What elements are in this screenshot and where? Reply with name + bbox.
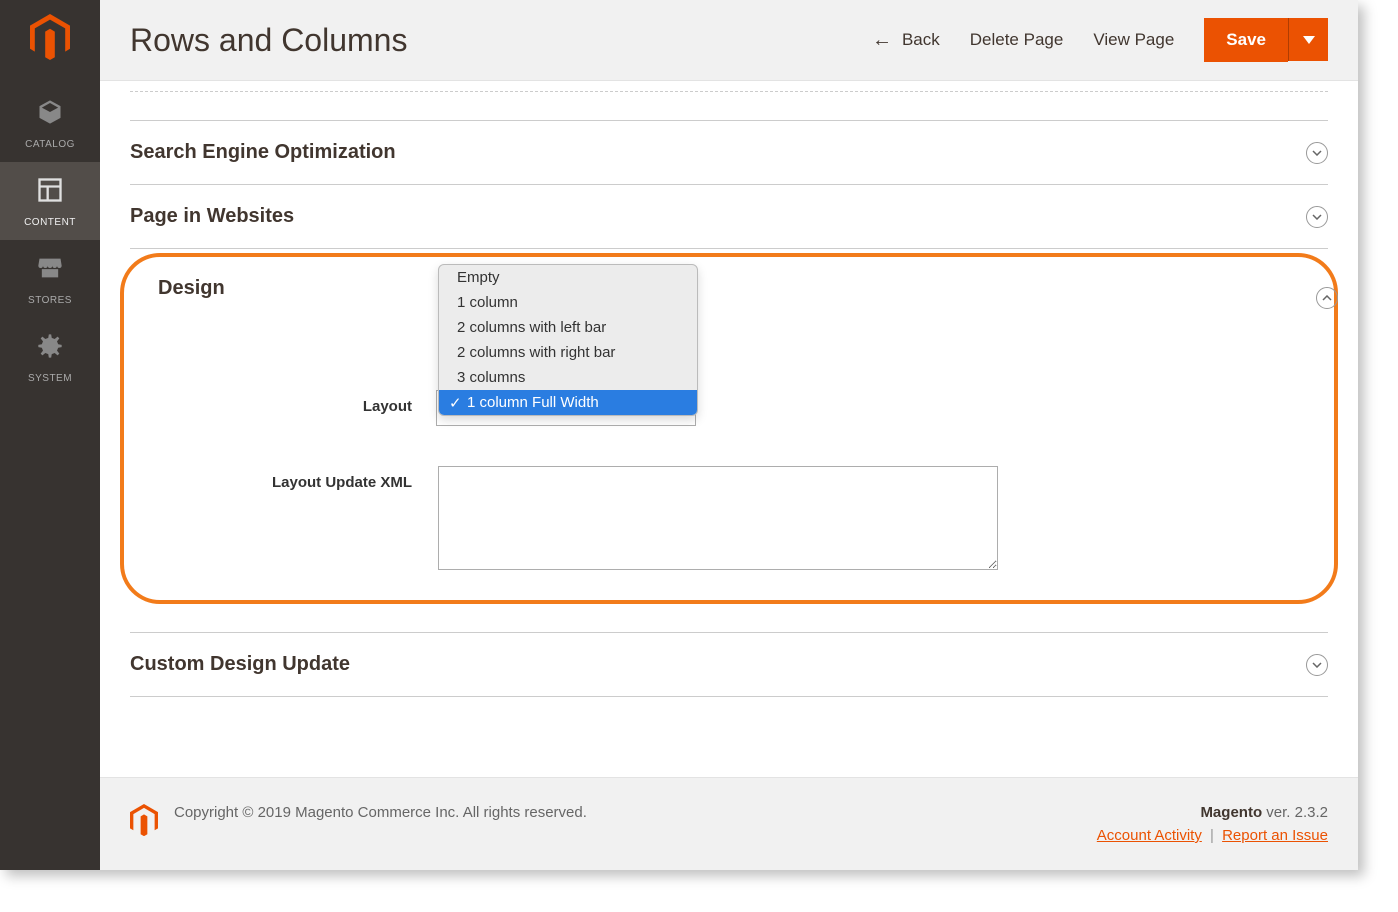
content-area: Search Engine Optimization Page in Websi… xyxy=(100,81,1358,777)
store-icon xyxy=(36,254,64,289)
cube-icon xyxy=(36,98,64,133)
gear-icon xyxy=(36,332,64,367)
chevron-up-icon xyxy=(1316,287,1338,309)
magento-logo-icon xyxy=(130,804,158,836)
sidebar-item-label: CATALOG xyxy=(25,139,75,150)
admin-sidebar: CATALOG CONTENT STORES SYSTEM xyxy=(0,0,100,870)
sidebar-item-catalog[interactable]: CATALOG xyxy=(0,84,100,162)
sidebar-item-label: CONTENT xyxy=(24,217,76,228)
layout-option[interactable]: 2 columns with right bar xyxy=(439,340,697,365)
layout-option-selected[interactable]: 1 column Full Width xyxy=(439,390,697,415)
layout-icon xyxy=(36,176,64,211)
save-dropdown-toggle[interactable] xyxy=(1288,18,1328,61)
main-area: Rows and Columns ← Back Delete Page View… xyxy=(100,0,1358,870)
report-issue-link[interactable]: Report an Issue xyxy=(1222,827,1328,844)
page-header: Rows and Columns ← Back Delete Page View… xyxy=(100,0,1358,81)
back-button[interactable]: ← Back xyxy=(872,29,940,52)
save-button[interactable]: Save xyxy=(1204,18,1288,62)
layout-xml-label: Layout Update XML xyxy=(158,466,438,491)
chevron-down-icon xyxy=(1306,654,1328,676)
layout-option[interactable]: 2 columns with left bar xyxy=(439,315,697,340)
sidebar-item-system[interactable]: SYSTEM xyxy=(0,318,100,396)
layout-option[interactable]: 3 columns xyxy=(439,365,697,390)
layout-dropdown-panel: Empty 1 column 2 columns with left bar 2… xyxy=(438,264,698,416)
magento-logo-icon xyxy=(30,14,70,60)
chevron-down-icon xyxy=(1303,36,1315,44)
section-seo[interactable]: Search Engine Optimization xyxy=(130,120,1328,184)
section-custom-design[interactable]: Custom Design Update xyxy=(130,632,1328,696)
layout-option[interactable]: Empty xyxy=(439,265,697,290)
chevron-down-icon xyxy=(1306,142,1328,164)
version-text: Magento ver. 2.3.2 xyxy=(1097,804,1328,821)
section-page-websites[interactable]: Page in Websites xyxy=(130,184,1328,248)
delete-page-button[interactable]: Delete Page xyxy=(970,30,1064,50)
design-section-highlight: Design Layout Empty 1 column 2 columns w… xyxy=(120,253,1338,604)
sidebar-item-stores[interactable]: STORES xyxy=(0,240,100,318)
layout-select[interactable]: Empty 1 column 2 columns with left bar 2… xyxy=(438,390,696,426)
copyright-text: Copyright © 2019 Magento Commerce Inc. A… xyxy=(174,804,1097,821)
view-page-button[interactable]: View Page xyxy=(1093,30,1174,50)
arrow-left-icon: ← xyxy=(872,29,892,52)
page-footer: Copyright © 2019 Magento Commerce Inc. A… xyxy=(100,777,1358,870)
sidebar-item-label: SYSTEM xyxy=(28,373,72,384)
sidebar-item-label: STORES xyxy=(28,295,72,306)
section-design[interactable]: Design xyxy=(158,277,1300,320)
page-title: Rows and Columns xyxy=(130,22,872,59)
layout-label: Layout xyxy=(158,390,438,415)
sidebar-item-content[interactable]: CONTENT xyxy=(0,162,100,240)
chevron-down-icon xyxy=(1306,206,1328,228)
layout-xml-textarea[interactable] xyxy=(438,466,998,570)
layout-option[interactable]: 1 column xyxy=(439,290,697,315)
account-activity-link[interactable]: Account Activity xyxy=(1097,827,1202,844)
